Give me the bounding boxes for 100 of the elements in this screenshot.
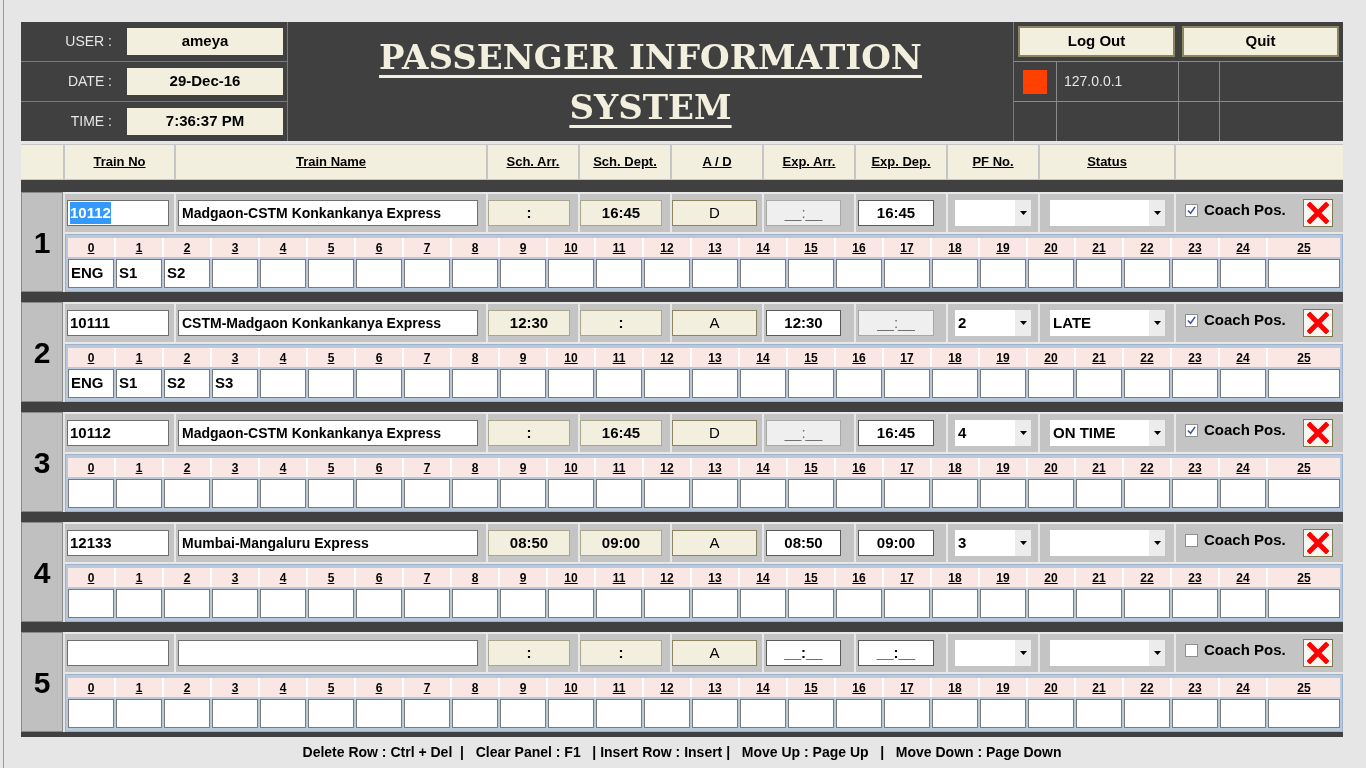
coach-input[interactable] <box>1076 479 1122 508</box>
delete-button[interactable] <box>1303 309 1333 337</box>
coach-input[interactable] <box>740 259 786 288</box>
coach-input[interactable] <box>740 699 786 728</box>
coach-input[interactable]: ENG <box>68 369 114 398</box>
coach-input[interactable] <box>260 699 306 728</box>
coach-input[interactable] <box>1268 259 1340 288</box>
coach-input[interactable] <box>788 479 834 508</box>
coach-input[interactable] <box>980 479 1026 508</box>
coach-input[interactable] <box>452 699 498 728</box>
coach-input[interactable] <box>932 259 978 288</box>
coach-input[interactable] <box>116 699 162 728</box>
train-name-field[interactable]: CSTM-Madgaon Konkankanya Express <box>178 310 478 336</box>
coach-input[interactable] <box>164 589 210 618</box>
coach-input[interactable] <box>404 589 450 618</box>
coach-input[interactable] <box>116 479 162 508</box>
pf-dropdown[interactable]: 3 <box>955 530 1031 556</box>
coach-input[interactable] <box>788 259 834 288</box>
coach-input[interactable] <box>548 369 594 398</box>
coach-input[interactable] <box>740 369 786 398</box>
checkbox[interactable] <box>1185 424 1198 437</box>
train-name-field[interactable]: Madgaon-CSTM Konkankanya Express <box>178 420 478 446</box>
coach-input[interactable] <box>356 369 402 398</box>
exp-dep-field[interactable]: 16:45 <box>858 200 934 226</box>
coach-input[interactable] <box>212 699 258 728</box>
coach-input[interactable] <box>356 479 402 508</box>
coach-input[interactable] <box>1028 259 1074 288</box>
coach-input[interactable] <box>932 699 978 728</box>
coach-input[interactable] <box>68 589 114 618</box>
coach-input[interactable] <box>452 589 498 618</box>
coach-input[interactable] <box>884 479 930 508</box>
coach-input[interactable] <box>1172 369 1218 398</box>
coach-input[interactable] <box>548 699 594 728</box>
coach-input[interactable] <box>980 589 1026 618</box>
coach-input[interactable] <box>308 479 354 508</box>
coach-input[interactable] <box>500 589 546 618</box>
ad-field[interactable]: A <box>672 530 757 556</box>
status-dropdown[interactable]: ON TIME <box>1050 420 1165 446</box>
delete-button[interactable] <box>1303 199 1333 227</box>
coach-input[interactable] <box>932 589 978 618</box>
coach-input[interactable] <box>692 369 738 398</box>
train-no-field[interactable]: 12133 <box>67 530 169 556</box>
sch-arr-field[interactable]: 08:50 <box>488 530 570 556</box>
coach-input[interactable] <box>452 369 498 398</box>
sch-arr-field[interactable]: : <box>488 420 570 446</box>
coach-input[interactable]: S3 <box>212 369 258 398</box>
coach-input[interactable] <box>1220 369 1266 398</box>
coach-input[interactable] <box>356 589 402 618</box>
checkbox[interactable] <box>1185 314 1198 327</box>
coach-input[interactable] <box>1076 369 1122 398</box>
train-no-field[interactable]: 10112 <box>67 420 169 446</box>
coach-input[interactable] <box>596 479 642 508</box>
coach-input[interactable] <box>404 699 450 728</box>
sch-dept-field[interactable]: : <box>580 640 662 666</box>
coach-input[interactable] <box>500 369 546 398</box>
coach-input[interactable] <box>260 259 306 288</box>
train-no-field[interactable]: 10111 <box>67 310 169 336</box>
coach-input[interactable] <box>356 699 402 728</box>
exp-dep-field[interactable]: 16:45 <box>858 420 934 446</box>
coach-input[interactable] <box>548 259 594 288</box>
coach-input[interactable] <box>1268 589 1340 618</box>
coach-input[interactable]: S2 <box>164 259 210 288</box>
coach-input[interactable] <box>740 479 786 508</box>
coach-input[interactable] <box>1268 699 1340 728</box>
checkbox[interactable] <box>1185 204 1198 217</box>
exp-arr-field[interactable]: __:__ <box>766 640 841 666</box>
coach-input[interactable] <box>500 259 546 288</box>
coach-input[interactable] <box>404 479 450 508</box>
coach-input[interactable] <box>1172 479 1218 508</box>
coach-input[interactable] <box>1124 259 1170 288</box>
coach-input[interactable] <box>1172 699 1218 728</box>
coach-input[interactable] <box>308 699 354 728</box>
train-name-field[interactable]: Mumbai-Mangaluru Express <box>178 530 478 556</box>
sch-arr-field[interactable]: 12:30 <box>488 310 570 336</box>
coach-input[interactable] <box>692 259 738 288</box>
coach-input[interactable] <box>452 259 498 288</box>
exp-arr-field[interactable]: 12:30 <box>766 310 841 336</box>
coach-input[interactable] <box>1124 589 1170 618</box>
coach-input[interactable] <box>548 589 594 618</box>
coach-input[interactable] <box>692 479 738 508</box>
checkbox[interactable] <box>1185 644 1198 657</box>
sch-dept-field[interactable]: 16:45 <box>580 420 662 446</box>
coach-input[interactable] <box>260 589 306 618</box>
coach-input[interactable]: S2 <box>164 369 210 398</box>
coach-input[interactable]: S1 <box>116 369 162 398</box>
coach-input[interactable] <box>932 369 978 398</box>
coach-input[interactable] <box>884 369 930 398</box>
coach-input[interactable] <box>788 589 834 618</box>
delete-button[interactable] <box>1303 529 1333 557</box>
coach-input[interactable] <box>404 259 450 288</box>
coach-input[interactable] <box>260 479 306 508</box>
coach-input[interactable] <box>836 259 882 288</box>
coach-input[interactable] <box>164 699 210 728</box>
train-name-field[interactable] <box>178 640 478 666</box>
coach-input[interactable] <box>500 699 546 728</box>
train-name-field[interactable]: Madgaon-CSTM Konkankanya Express <box>178 200 478 226</box>
coach-input[interactable] <box>1124 479 1170 508</box>
coach-input[interactable] <box>1220 259 1266 288</box>
coach-input[interactable] <box>644 479 690 508</box>
coach-input[interactable] <box>1172 589 1218 618</box>
